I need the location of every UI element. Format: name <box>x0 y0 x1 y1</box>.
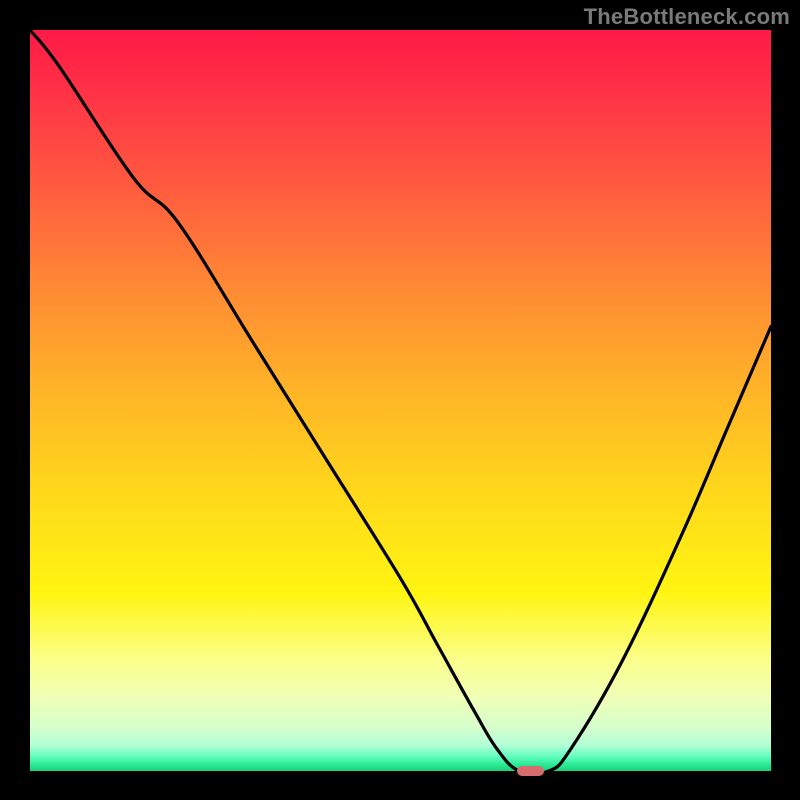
chart-frame: { "watermark": "TheBottleneck.com", "cha… <box>0 0 800 800</box>
watermark-text: TheBottleneck.com <box>584 4 790 30</box>
plot-gradient-background <box>30 30 771 771</box>
